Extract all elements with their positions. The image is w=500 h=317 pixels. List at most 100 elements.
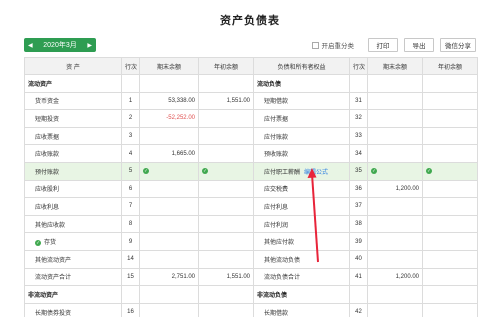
table-row[interactable]: 其他流动资产 14 其他流动负债 40 — [24, 249, 478, 269]
liability-ending-balance — [367, 285, 423, 304]
asset-name-text: 流动资产合计 — [35, 275, 72, 282]
period-selector[interactable]: ◀ 2020年3月 ▶ — [24, 38, 96, 52]
status-check-icon[interactable]: ✓ — [35, 239, 41, 246]
asset-beginning-balance — [198, 214, 254, 234]
table-row[interactable]: 长期债券投资 16 长期借款 42 — [24, 302, 478, 317]
header-liabilities-equity: 负债和所有者权益 — [253, 57, 350, 75]
asset-beginning-balance-text: 1,551.00 — [226, 273, 250, 280]
liability-name-text: 非流动负债 — [257, 292, 288, 299]
asset-line-no-text: 15 — [127, 273, 134, 280]
checkbox-box[interactable] — [311, 41, 319, 49]
liability-name: 应付利润 — [253, 214, 350, 234]
edit-formula-link[interactable]: 编辑公式 — [304, 170, 328, 176]
liability-beginning-balance — [422, 179, 478, 199]
asset-line-no: 5 — [121, 161, 140, 181]
asset-ending-balance — [139, 302, 199, 317]
check-icon[interactable]: ✓ — [143, 167, 149, 174]
header-line-no: 行次 — [121, 57, 140, 75]
asset-line-no-text: 1 — [128, 97, 133, 104]
asset-ending-balance: 1,665.00 — [139, 144, 199, 163]
liability-line-no: 42 — [349, 302, 368, 317]
check-icon[interactable]: ✓ — [371, 167, 377, 174]
table-row[interactable]: 应收利息 7 应付利息 37 — [24, 197, 478, 216]
asset-ending-balance-text: 1,665.00 — [171, 150, 195, 157]
table-row[interactable]: 短期投资 2 -52,252.00 应付票据 32 — [24, 109, 478, 128]
liability-ending-balance-text: 1,200.00 — [395, 185, 419, 192]
check-icon[interactable]: ✓ — [426, 167, 432, 174]
asset-name-text: 流动资产 — [28, 81, 53, 88]
liability-ending-balance: 1,200.00 — [367, 267, 423, 287]
liability-line-no: 31 — [349, 91, 368, 111]
liability-name-text: 应交税费 — [264, 187, 289, 194]
liability-line-no: 33 — [349, 126, 368, 146]
table-row[interactable]: 应收票据 3 应付账款 33 — [24, 126, 478, 146]
liability-name-text: 应付利息 — [264, 204, 289, 211]
table-row[interactable]: ✓ 存货 9 其他应付款 39 — [24, 232, 478, 251]
export-button[interactable]: 导出 — [404, 38, 434, 52]
check-icon[interactable]: ✓ — [202, 167, 208, 174]
asset-line-no: 14 — [121, 249, 140, 269]
asset-beginning-balance — [198, 126, 254, 146]
liability-name-text: 应付利润 — [264, 222, 289, 229]
asset-ending-balance-text: 53,338.00 — [168, 97, 195, 104]
prev-month-icon[interactable]: ◀ — [28, 42, 33, 49]
liability-beginning-balance — [422, 109, 478, 128]
liability-name-text: 应付票据 — [264, 116, 289, 123]
table-row[interactable]: 流动资产 流动负债 — [24, 74, 478, 93]
asset-ending-balance: 2,751.00 — [139, 267, 199, 287]
period-label[interactable]: 2020年3月 — [43, 40, 76, 50]
wechat-share-button[interactable]: 微信分享 — [440, 38, 476, 52]
liability-line-no: 39 — [349, 232, 368, 251]
asset-line-no-text: 6 — [128, 185, 133, 192]
next-month-icon[interactable]: ▶ — [87, 42, 92, 49]
liability-beginning-balance — [422, 144, 478, 163]
liability-line-no: 36 — [349, 179, 368, 199]
liability-ending-balance — [367, 126, 423, 146]
liability-line-no-text: 39 — [355, 238, 362, 245]
table-row[interactable]: 非流动资产 非流动负债 — [24, 285, 478, 304]
asset-name-text: 非流动资产 — [28, 292, 59, 299]
asset-line-no: 15 — [121, 267, 140, 287]
liability-line-no-text: 34 — [355, 150, 362, 157]
liability-beginning-balance — [422, 214, 478, 234]
table-row[interactable]: 流动资产合计 15 2,751.00 1,551.00 流动负债合计 41 1,200.00 — [24, 267, 478, 287]
liability-name-text: 流动负债合计 — [264, 275, 301, 282]
liability-line-no: 40 — [349, 249, 368, 269]
liability-beginning-balance — [422, 91, 478, 111]
asset-line-no-text: 16 — [127, 309, 134, 316]
liability-name: 其他流动负债 — [253, 249, 350, 269]
asset-line-no: 3 — [121, 126, 140, 146]
asset-line-no — [121, 74, 140, 93]
liability-ending-balance: ✓ — [367, 161, 423, 181]
liability-ending-balance — [367, 197, 423, 216]
table-row[interactable]: 其他应收款 8 应付利润 38 — [24, 214, 478, 234]
liability-line-no: 34 — [349, 144, 368, 163]
reclassify-checkbox[interactable]: 开启重分类 — [311, 40, 355, 50]
asset-name: 非流动资产 — [24, 285, 122, 304]
asset-ending-balance: -52,252.00 — [139, 109, 199, 128]
liability-name: 流动负债 — [253, 74, 350, 93]
asset-beginning-balance: 1,551.00 — [198, 267, 254, 287]
liability-name-text: 短期借款 — [264, 99, 289, 106]
table-row[interactable]: 预付账款 5 ✓ ✓ 应付职工薪酬 编辑公式 35 ✓ ✓ — [24, 161, 478, 181]
asset-beginning-balance — [198, 302, 254, 317]
table-row[interactable]: 应收账款 4 1,665.00 预收账款 34 — [24, 144, 478, 163]
asset-name-text: 存货 — [44, 240, 57, 247]
table-row[interactable]: 货币资金 1 53,338.00 1,551.00 短期借款 31 — [24, 91, 478, 111]
liability-name: 预收账款 — [253, 144, 350, 163]
asset-name-text: 其他流动资产 — [35, 257, 72, 264]
liability-beginning-balance — [422, 126, 478, 146]
toolbar: 开启重分类 打印 导出 微信分享 — [311, 38, 476, 52]
asset-name: 长期债券投资 — [24, 302, 122, 317]
asset-line-no: 4 — [121, 144, 140, 163]
reclassify-label: 开启重分类 — [321, 43, 355, 50]
asset-ending-balance-text: -52,252.00 — [166, 115, 195, 122]
liability-line-no-text: 31 — [355, 97, 362, 104]
table-row[interactable]: 应收股利 6 应交税费 36 1,200.00 — [24, 179, 478, 199]
asset-name: 流动资产合计 — [24, 267, 122, 287]
asset-ending-balance — [139, 214, 199, 234]
asset-ending-balance: ✓ — [139, 161, 199, 181]
asset-beginning-balance: ✓ — [198, 161, 254, 181]
print-button[interactable]: 打印 — [368, 38, 398, 52]
asset-line-no: 6 — [121, 179, 140, 199]
